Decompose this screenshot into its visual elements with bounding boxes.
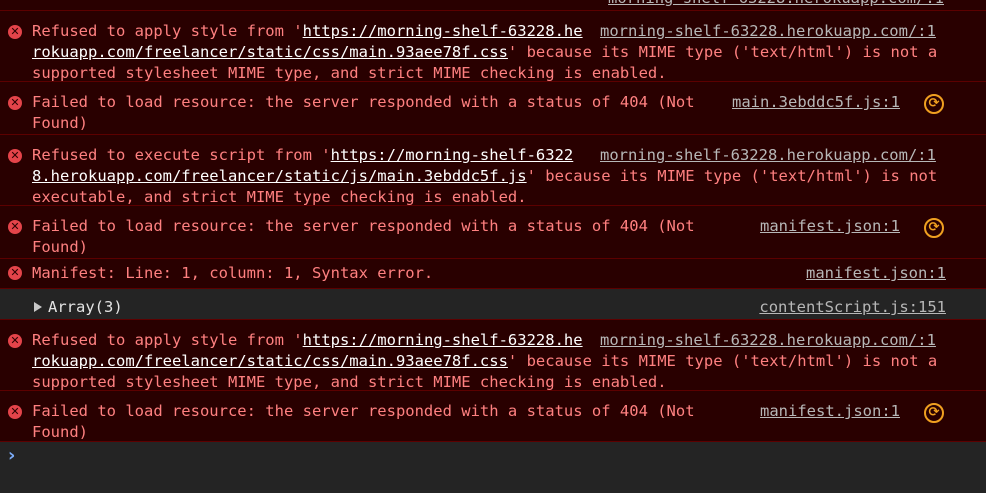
expand-triangle-icon[interactable] (34, 302, 42, 312)
prompt-chevron-icon: › (8, 445, 16, 466)
previous-message-partial: morning-shelf-63228.herokuapp.com/:1 (0, 0, 986, 10)
console-prompt-row[interactable]: › (0, 441, 986, 493)
console-error-message: ✕ morning-shelf-63228.herokuapp.com/:1 R… (0, 134, 986, 206)
console-error-message: ✕ manifest.json:1 ⟳ Failed to load resou… (0, 390, 986, 443)
message-text: Failed to load resource: the server resp… (32, 402, 695, 441)
error-circle-icon: ✕ (8, 220, 22, 234)
source-link[interactable]: main.3ebddc5f.js:1 (732, 92, 900, 113)
debug-network-icon[interactable]: ⟳ (924, 403, 944, 423)
error-circle-icon: ✕ (8, 405, 22, 419)
error-circle-icon: ✕ (8, 149, 22, 163)
console-error-message: ✕ manifest.json:1 Manifest: Line: 1, col… (0, 258, 986, 288)
source-link[interactable]: morning-shelf-63228.herokuapp.com/:1 (600, 145, 956, 166)
message-text: Manifest: Line: 1, column: 1, Syntax err… (32, 264, 434, 282)
error-circle-icon: ✕ (8, 266, 22, 280)
debug-network-icon[interactable]: ⟳ (924, 218, 944, 238)
source-link-partial[interactable]: morning-shelf-63228.herokuapp.com/:1 (608, 0, 944, 9)
console-log-message: contentScript.js:151 Array(3) (0, 288, 986, 319)
console-error-message: ✕ manifest.json:1 ⟳ Failed to load resou… (0, 205, 986, 258)
message-text: Failed to load resource: the server resp… (32, 217, 695, 256)
error-circle-icon: ✕ (8, 25, 22, 39)
source-link[interactable]: manifest.json:1 (760, 216, 900, 237)
source-link[interactable]: manifest.json:1 (806, 263, 946, 284)
error-circle-icon: ✕ (8, 334, 22, 348)
source-link[interactable]: manifest.json:1 (760, 401, 900, 422)
debug-network-icon[interactable]: ⟳ (924, 94, 944, 114)
source-link[interactable]: morning-shelf-63228.herokuapp.com/:1 (600, 21, 956, 42)
error-circle-icon: ✕ (8, 96, 22, 110)
source-link[interactable]: contentScript.js:151 (759, 297, 946, 318)
console-error-message: ✕ morning-shelf-63228.herokuapp.com/:1 R… (0, 10, 986, 82)
console-error-message: ✕ morning-shelf-63228.herokuapp.com/:1 R… (0, 319, 986, 391)
source-link[interactable]: morning-shelf-63228.herokuapp.com/:1 (600, 330, 956, 351)
console-error-message: ✕ main.3ebddc5f.js:1 ⟳ Failed to load re… (0, 81, 986, 134)
message-text: Failed to load resource: the server resp… (32, 93, 695, 132)
array-preview[interactable]: Array(3) (48, 298, 123, 316)
console-panel: morning-shelf-63228.herokuapp.com/:1 ✕ m… (0, 0, 986, 493)
